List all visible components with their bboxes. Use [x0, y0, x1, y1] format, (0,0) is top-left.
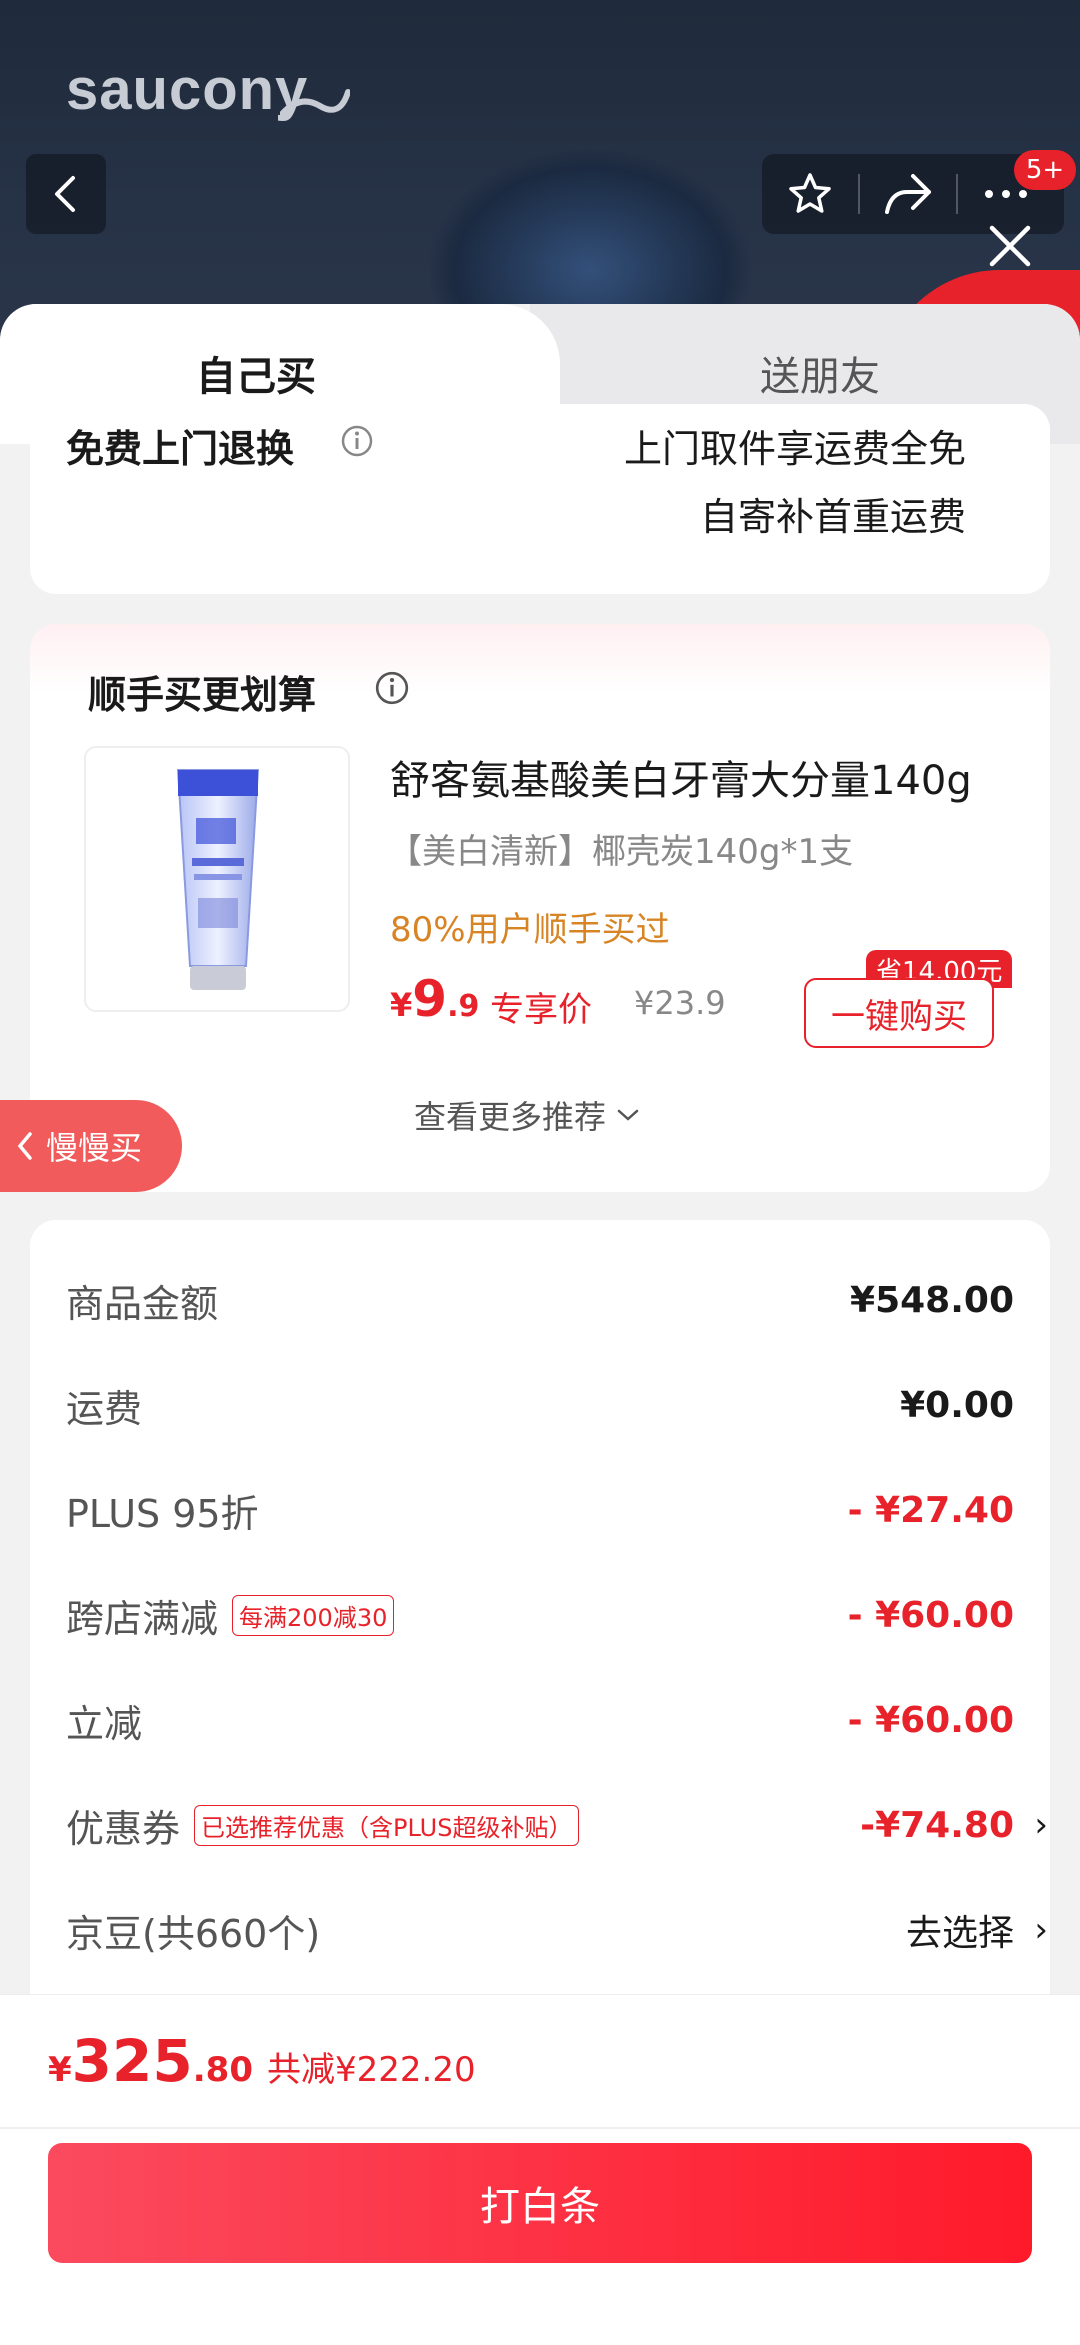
product-name[interactable]: 舒客氨基酸美白牙膏大分量140g: [390, 748, 972, 806]
return-policy-detail-1: 上门取件享运费全免: [623, 427, 966, 471]
product-header: saucony 5+: [0, 0, 1080, 340]
product-thumbnail[interactable]: [84, 746, 350, 1012]
view-more-recommendations[interactable]: 查看更多推荐: [414, 1092, 640, 1138]
chevron-right-icon: ›: [1034, 1805, 1048, 1845]
product-spec: 【美白清新】椰壳炭140g*1支: [388, 832, 854, 872]
total-currency: ¥: [48, 2050, 72, 2090]
info-icon[interactable]: [340, 424, 374, 458]
summary-value: ¥548.00: [850, 1279, 1014, 1321]
more-icon: [985, 190, 1027, 198]
summary-row-plus-discount: PLUS 95折 - ¥27.40: [66, 1480, 1014, 1540]
total-price: ¥ 325 .80 共减¥222.20: [48, 2027, 476, 2095]
total-integer: 325: [71, 2027, 193, 2095]
view-more-label: 查看更多推荐: [414, 1098, 607, 1136]
brand-logo: saucony: [66, 57, 309, 122]
summary-row-jingdou[interactable]: 京豆(共660个) 去选择 ›: [66, 1900, 1048, 1960]
favorite-button[interactable]: [762, 154, 858, 234]
info-icon[interactable]: [374, 670, 410, 706]
summary-value: ¥0.00: [900, 1384, 1014, 1426]
summary-value: - ¥60.00: [847, 1699, 1014, 1741]
chevron-left-icon: [17, 1132, 32, 1160]
total-decimal: .80: [192, 2050, 253, 2090]
slow-buy-button[interactable]: 慢慢买: [0, 1100, 182, 1192]
divider: [0, 2127, 1080, 2129]
exclusive-price-label: 专享价: [490, 990, 592, 1030]
toothpaste-image: [176, 769, 260, 990]
promo-tag: 每满200减30: [232, 1594, 395, 1636]
summary-value: - ¥60.00: [847, 1594, 1014, 1636]
message-count-badge: 5+: [1014, 150, 1076, 190]
summary-row-instant-off: 立减 - ¥60.00: [66, 1690, 1014, 1750]
tab-send-to-friend[interactable]: 送朋友: [760, 344, 880, 402]
return-policy-card: 免费上门退换 上门取件享运费全免 自寄补首重运费: [30, 404, 1050, 594]
price-currency: ¥: [390, 986, 413, 1024]
return-policy-detail-2: 自寄补首重运费: [699, 495, 966, 539]
add-on-recommendation-card: 顺手买更划算 舒客氨基酸美白牙膏大分量140g 【美白清新】椰壳炭140g*1支…: [30, 624, 1050, 1192]
summary-label: 京豆(共660个): [66, 1911, 321, 1956]
summary-row-shipping: 运费 ¥0.00: [66, 1375, 1014, 1435]
original-price: ¥23.9: [634, 984, 726, 1022]
summary-label: 跨店满减: [66, 1596, 219, 1641]
coupon-tag: 已选推荐优惠（含PLUS超级补贴）: [194, 1804, 580, 1846]
summary-label: 立减: [66, 1701, 143, 1746]
total-discount: 共减¥222.20: [266, 2050, 476, 2090]
star-icon: [789, 173, 831, 213]
one-click-buy-button[interactable]: 一键购买: [804, 978, 994, 1048]
price-decimal: .9: [447, 989, 480, 1024]
pay-button[interactable]: 打白条: [48, 2143, 1032, 2263]
summary-value: - ¥27.40: [847, 1489, 1014, 1531]
share-icon: [885, 174, 931, 214]
checkout-sheet: 自己买 送朋友 免费上门退换 上门取件享运费全免 自寄补首重运费 顺手买更划算: [0, 304, 1080, 2024]
close-icon[interactable]: [982, 218, 1038, 274]
summary-row-coupon[interactable]: 优惠券 已选推荐优惠（含PLUS超级补贴） -¥74.80 ›: [66, 1795, 1048, 1855]
summary-label: 优惠券: [66, 1806, 181, 1851]
return-policy-title: 免费上门退换: [66, 427, 295, 471]
brand-swoosh-icon: [280, 89, 350, 117]
back-button[interactable]: [26, 154, 106, 234]
tab-buy-for-self[interactable]: 自己买: [196, 344, 316, 402]
checkout-bar: ¥ 325 .80 共减¥222.20 打白条: [0, 1994, 1080, 2345]
chevron-left-icon: [55, 176, 75, 212]
summary-label: PLUS 95折: [66, 1491, 259, 1536]
summary-label: 商品金额: [66, 1281, 219, 1326]
slow-buy-label: 慢慢买: [46, 1129, 143, 1167]
price-summary-card: 商品金额 ¥548.00 运费 ¥0.00 PLUS 95折 - ¥27.40 …: [30, 1220, 1050, 2024]
summary-value: 去选择: [905, 1913, 1014, 1954]
chevron-down-icon: [617, 1109, 639, 1121]
share-button[interactable]: [860, 154, 956, 234]
summary-value: -¥74.80: [860, 1804, 1014, 1846]
chevron-right-icon: ›: [1034, 1910, 1048, 1950]
price-integer: 9: [412, 970, 448, 1028]
social-proof: 80%用户顺手买过: [390, 910, 670, 950]
summary-row-goods-amount: 商品金额 ¥548.00: [66, 1270, 1014, 1330]
summary-label: 运费: [66, 1386, 143, 1431]
product-price: ¥9.9: [390, 970, 479, 1028]
summary-row-cross-store: 跨店满减 每满200减30 - ¥60.00: [66, 1585, 1014, 1645]
recommendation-title: 顺手买更划算: [88, 673, 317, 717]
